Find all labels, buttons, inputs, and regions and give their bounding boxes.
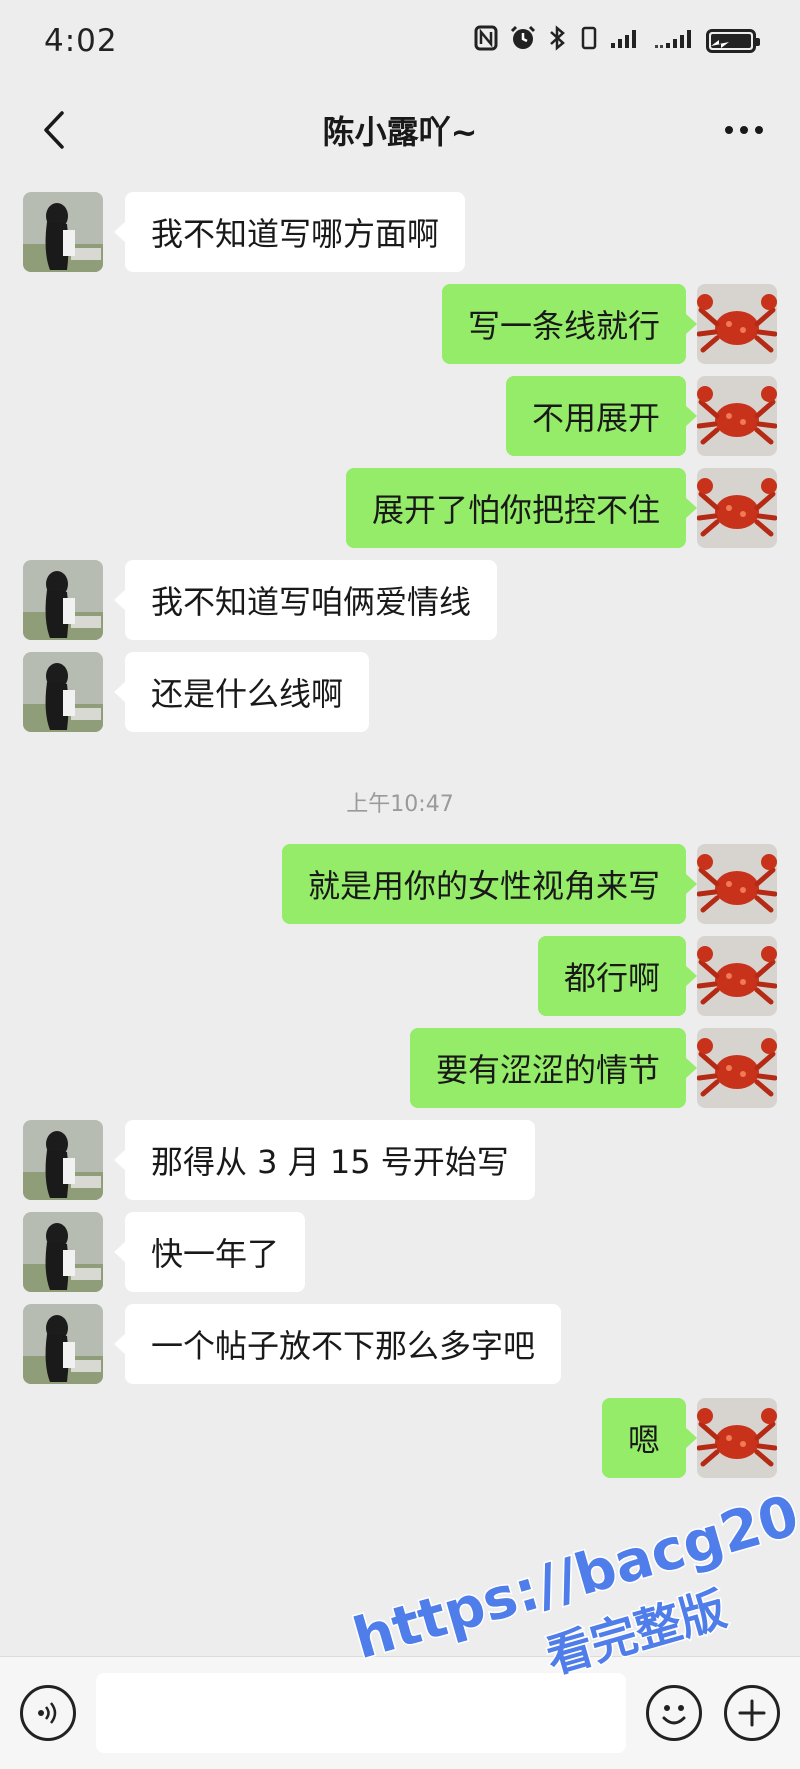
more-dots-icon: [725, 126, 763, 134]
contact-avatar[interactable]: [23, 1212, 103, 1292]
self-avatar-crab[interactable]: [697, 844, 777, 924]
message-bubble-received[interactable]: 快一年了: [113, 1212, 306, 1292]
signal-icon: [654, 27, 694, 55]
nfc-icon: [474, 25, 498, 57]
message-bubble-received[interactable]: 我不知道写哪方面啊: [113, 192, 466, 272]
message-row: 不用展开: [0, 374, 800, 456]
message-bubble-received[interactable]: 我不知道写咱俩爱情线: [113, 560, 498, 640]
emoji-button[interactable]: [646, 1685, 702, 1741]
contact-avatar[interactable]: [23, 560, 103, 640]
emoji-icon: [662, 1705, 686, 1725]
self-avatar-crab[interactable]: [697, 936, 777, 1016]
message-timestamp: 上午10:47: [346, 792, 454, 817]
message-bubble-sent[interactable]: 就是用你的女性视角来写: [281, 844, 698, 924]
message-row: 要有涩涩的情节: [0, 1026, 800, 1108]
message-row: 那得从 3 月 15 号开始写: [0, 1118, 800, 1200]
vibrate-icon: [580, 25, 598, 57]
message-row: 还是什么线啊: [0, 650, 800, 732]
signal-icon: [610, 27, 642, 55]
message-bubble-sent[interactable]: 展开了怕你把控不住: [345, 468, 698, 548]
contact-avatar[interactable]: [23, 192, 103, 272]
message-bubble-received[interactable]: 还是什么线啊: [113, 652, 370, 732]
message-bubble-sent[interactable]: 要有涩涩的情节: [409, 1028, 698, 1108]
chat-input-bar: [0, 1656, 800, 1769]
message-row: 展开了怕你把控不住: [0, 466, 800, 548]
message-row: 嗯: [0, 1398, 800, 1636]
contact-avatar[interactable]: [23, 1304, 103, 1384]
contact-avatar[interactable]: [23, 1120, 103, 1200]
message-row: 就是用你的女性视角来写: [0, 842, 800, 924]
message-row: 我不知道写咱俩爱情线: [0, 558, 800, 640]
chat-header: 陈小露吖~: [0, 82, 800, 178]
self-avatar-crab[interactable]: [697, 468, 777, 548]
back-button[interactable]: [30, 106, 78, 154]
message-bubble-sent[interactable]: 嗯: [601, 1398, 698, 1478]
message-bubble-sent[interactable]: 都行啊: [537, 936, 698, 1016]
battery-charging-icon: [706, 29, 760, 53]
message-bubble-received[interactable]: 一个帖子放不下那么多字吧: [113, 1304, 562, 1384]
message-bubble-sent[interactable]: 不用展开: [505, 376, 698, 456]
message-bubble-sent[interactable]: 写一条线就行: [441, 284, 698, 364]
alarm-icon: [510, 25, 536, 57]
plus-icon: [738, 1699, 766, 1727]
more-button[interactable]: [716, 106, 772, 154]
message-row: 写一条线就行: [0, 282, 800, 364]
chevron-left-icon: [44, 111, 64, 149]
status-time: 4:02: [44, 23, 118, 59]
voice-icon: [38, 1702, 57, 1724]
message-input[interactable]: [96, 1673, 626, 1753]
chat-title: 陈小露吖~: [322, 113, 478, 151]
self-avatar-crab[interactable]: [697, 1398, 777, 1478]
bluetooth-icon: [548, 25, 568, 57]
self-avatar-crab[interactable]: [697, 376, 777, 456]
contact-avatar[interactable]: [23, 652, 103, 732]
message-row: 一个帖子放不下那么多字吧: [0, 1302, 800, 1384]
self-avatar-crab[interactable]: [697, 1028, 777, 1108]
status-bar: 4:02: [0, 0, 800, 82]
message-row: 我不知道写哪方面啊: [0, 190, 800, 272]
message-bubble-received[interactable]: 那得从 3 月 15 号开始写: [114, 1120, 535, 1200]
chat-message-list[interactable]: 我不知道写哪方面啊 写一条线就行 不用展开 展开了怕你把控不住 我不知道写咱俩爱…: [0, 178, 800, 1656]
status-icons: [474, 25, 760, 57]
message-row: 快一年了: [0, 1210, 800, 1292]
voice-input-button[interactable]: [20, 1685, 76, 1741]
self-avatar-crab[interactable]: [697, 284, 777, 364]
message-row: 都行啊: [0, 934, 800, 1016]
more-functions-button[interactable]: [724, 1685, 780, 1741]
